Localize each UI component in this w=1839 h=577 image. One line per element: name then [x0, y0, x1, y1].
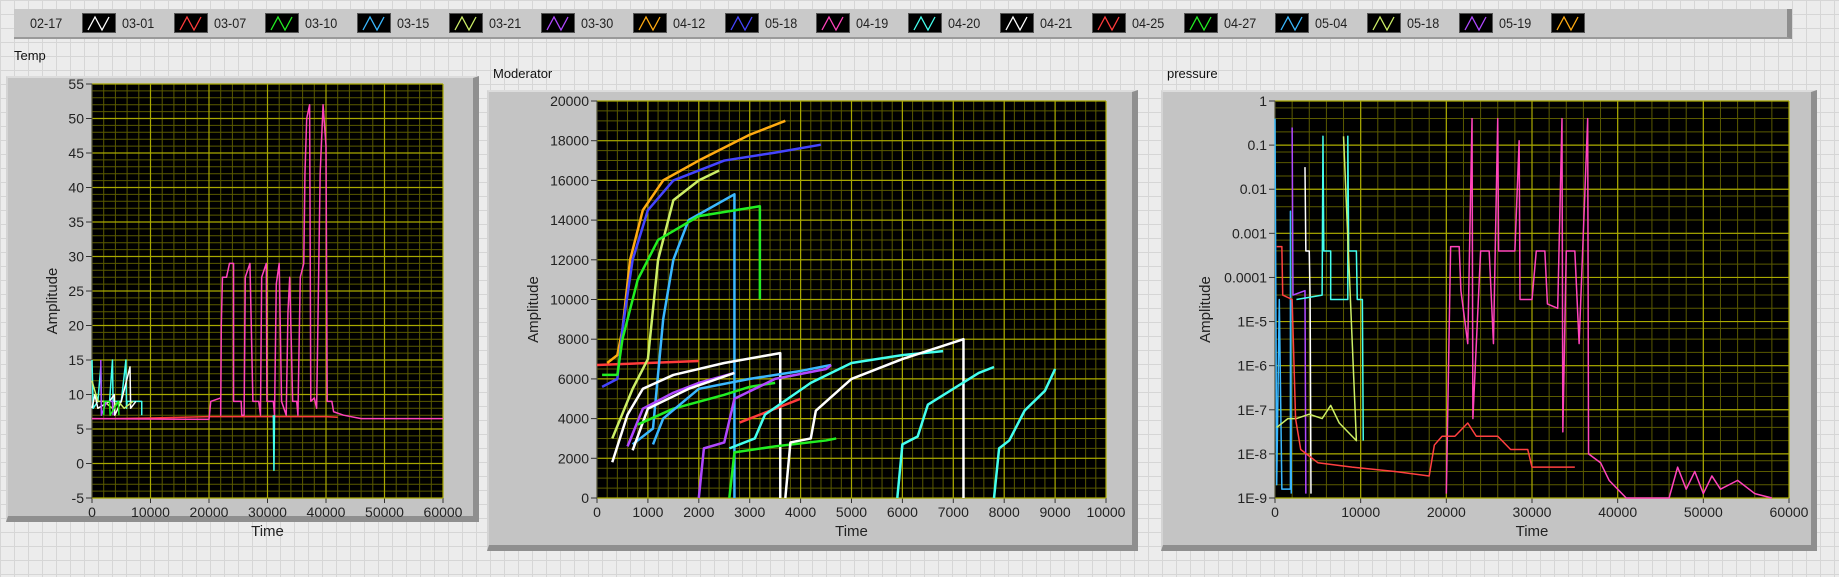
x-tick-label: 5000 [836, 504, 867, 520]
x-tick-label: 10000 [1341, 504, 1380, 520]
moderator-chart: 0 1000 2000 3000 4000 5000 6000 7000 8000 9000 100… [525, 93, 1126, 540]
y-axis-title: Amplitude [525, 276, 542, 343]
y-tick-label: 20000 [550, 93, 589, 109]
x-tick-label: 8000 [989, 504, 1020, 520]
y-tick-label: 14000 [550, 212, 589, 228]
y-tick-label: 2000 [558, 450, 589, 466]
x-tick-label: 7000 [938, 504, 969, 520]
x-tick-label: 1000 [632, 504, 663, 520]
x-tick-label: 0 [593, 504, 601, 520]
y-tick-label: 10000 [550, 292, 589, 308]
y-tick-label: 18000 [550, 133, 589, 149]
y-tick-label: 1 [1259, 93, 1267, 109]
x-tick-label: 4000 [785, 504, 816, 520]
y-tick-label: 0.001 [1232, 225, 1267, 241]
x-tick-label: 0 [88, 504, 96, 520]
y-tick-label: 1E-7 [1237, 402, 1267, 418]
x-tick-label: 10000 [131, 504, 170, 520]
y-tick-label: 50 [68, 111, 84, 127]
x-tick-label: 40000 [1598, 504, 1637, 520]
y-tick-label: 35 [68, 214, 84, 230]
y-tick-label: 20 [68, 318, 84, 334]
y-tick-label: 16000 [550, 172, 589, 188]
y-tick-label: 5 [76, 421, 84, 437]
y-tick-label: 0 [76, 456, 84, 472]
y-axis-title: Amplitude [44, 268, 61, 335]
y-tick-label: 15 [68, 352, 84, 368]
y-tick-label: 6000 [558, 371, 589, 387]
y-tick-label: 55 [68, 76, 84, 92]
x-tick-label: 10000 [1087, 504, 1126, 520]
x-tick-label: 20000 [1427, 504, 1466, 520]
y-tick-label: 45 [68, 145, 84, 161]
series-line-04-20 [272, 415, 276, 472]
x-tick-label: 50000 [1684, 504, 1723, 520]
x-tick-label: 30000 [248, 504, 287, 520]
x-axis-title: Time [251, 523, 284, 540]
y-tick-label: 12000 [550, 252, 589, 268]
y-tick-label: 1E-9 [1237, 490, 1267, 506]
y-tick-label: 0 [581, 490, 589, 506]
x-tick-label: 60000 [1770, 504, 1809, 520]
y-tick-label: -5 [72, 490, 85, 506]
x-axis-title: Time [835, 523, 868, 540]
x-tick-label: 60000 [424, 504, 463, 520]
x-tick-label: 20000 [190, 504, 229, 520]
x-tick-label: 40000 [307, 504, 346, 520]
y-tick-label: 40 [68, 180, 84, 196]
y-tick-label: 4000 [558, 411, 589, 427]
y-tick-label: 30 [68, 249, 84, 265]
y-tick-label: 0.0001 [1224, 269, 1267, 285]
y-tick-label: 0.01 [1240, 181, 1267, 197]
y-tick-label: 1E-6 [1237, 358, 1267, 374]
x-tick-label: 2000 [683, 504, 714, 520]
y-tick-label: 0.1 [1248, 137, 1268, 153]
x-tick-label: 6000 [887, 504, 918, 520]
x-tick-label: 50000 [365, 504, 404, 520]
x-axis-title: Time [1516, 523, 1549, 540]
y-tick-label: 1E-5 [1237, 314, 1267, 330]
x-tick-label: 9000 [1040, 504, 1071, 520]
temp-chart: 0 10000 20000 30000 40000 50000 60000-50510152… [44, 76, 463, 540]
x-tick-label: 0 [1271, 504, 1279, 520]
y-tick-label: 10 [68, 387, 84, 403]
waveform-charts: 0 10000 20000 30000 40000 50000 60000-50510152… [44, 76, 1809, 540]
y-tick-label: 1E-8 [1237, 446, 1267, 462]
y-tick-label: 8000 [558, 331, 589, 347]
x-tick-label: 3000 [734, 504, 765, 520]
y-axis-title: Amplitude [1197, 276, 1214, 343]
y-tick-label: 25 [68, 283, 84, 299]
pressure-chart: 0 10000 20000 30000 40000 50000 60000 1E-9 1E-8 1… [1197, 93, 1809, 540]
x-tick-label: 30000 [1513, 504, 1552, 520]
